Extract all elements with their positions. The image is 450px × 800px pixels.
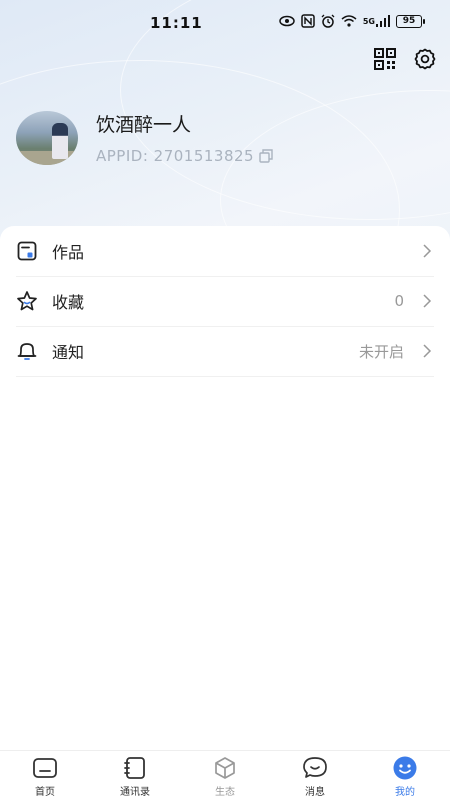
smiley-icon bbox=[392, 755, 418, 781]
tab-label: 通讯录 bbox=[120, 787, 150, 798]
divider bbox=[16, 376, 434, 377]
home-icon bbox=[32, 755, 58, 781]
star-icon bbox=[16, 290, 38, 312]
works-icon bbox=[16, 240, 38, 262]
gear-icon bbox=[414, 48, 436, 74]
tab-label: 我的 bbox=[395, 787, 415, 798]
network-label: 5G bbox=[362, 16, 375, 26]
status-time: 11:11 bbox=[150, 14, 203, 32]
menu-item-label: 收藏 bbox=[52, 293, 85, 312]
menu-item-favorites[interactable]: 收藏 0 bbox=[0, 276, 450, 326]
chat-icon bbox=[302, 755, 328, 781]
tab-label: 生态 bbox=[215, 787, 235, 798]
tab-ecosystem[interactable]: 生态 bbox=[180, 751, 270, 800]
cellular-signal-icon: 5G bbox=[363, 15, 390, 27]
battery-indicator: 95 bbox=[396, 14, 425, 28]
copy-icon[interactable] bbox=[258, 148, 274, 164]
contacts-icon bbox=[122, 755, 148, 781]
avatar[interactable] bbox=[16, 110, 78, 165]
eye-icon bbox=[279, 15, 295, 27]
appid-text: APPID: 2701513825 bbox=[96, 147, 255, 165]
chevron-right-icon bbox=[420, 294, 434, 308]
tab-home[interactable]: 首页 bbox=[0, 751, 90, 800]
menu-item-works[interactable]: 作品 bbox=[0, 226, 450, 276]
chevron-right-icon bbox=[420, 344, 434, 358]
alarm-icon bbox=[321, 14, 335, 28]
status-bar: 11:11 5G 95 bbox=[0, 0, 450, 48]
profile-info: 饮酒醉一人 APPID: 2701513825 bbox=[96, 110, 274, 165]
settings-button[interactable] bbox=[412, 48, 438, 74]
cube-icon bbox=[212, 755, 238, 781]
top-actions bbox=[372, 48, 438, 74]
tab-contacts[interactable]: 通讯录 bbox=[90, 751, 180, 800]
bell-icon bbox=[16, 340, 38, 362]
tab-label: 首页 bbox=[35, 787, 55, 798]
menu-card: 作品 收藏 0 通知 未开启 bbox=[0, 226, 450, 750]
profile-section: 饮酒醉一人 APPID: 2701513825 bbox=[16, 110, 274, 165]
bottom-tab-bar: 首页 通讯录 生态 消息 我的 bbox=[0, 750, 450, 800]
battery-level: 95 bbox=[402, 16, 416, 26]
nickname: 饮酒醉一人 bbox=[96, 114, 192, 136]
qr-code-icon bbox=[374, 48, 396, 74]
chevron-right-icon bbox=[420, 244, 434, 258]
tab-mine[interactable]: 我的 bbox=[360, 751, 450, 800]
tab-label: 消息 bbox=[305, 787, 325, 798]
menu-item-notifications[interactable]: 通知 未开启 bbox=[0, 326, 450, 376]
menu-item-value: 未开启 bbox=[358, 342, 404, 361]
status-icons: 5G 95 bbox=[279, 14, 425, 28]
menu-item-label: 通知 bbox=[52, 343, 85, 362]
menu-item-label: 作品 bbox=[52, 243, 85, 262]
tab-messages[interactable]: 消息 bbox=[270, 751, 360, 800]
wifi-icon bbox=[341, 15, 357, 27]
appid-row: APPID: 2701513825 bbox=[96, 147, 274, 165]
menu-item-value: 0 bbox=[394, 292, 404, 310]
nfc-icon bbox=[301, 14, 315, 28]
qr-code-button[interactable] bbox=[372, 48, 398, 74]
